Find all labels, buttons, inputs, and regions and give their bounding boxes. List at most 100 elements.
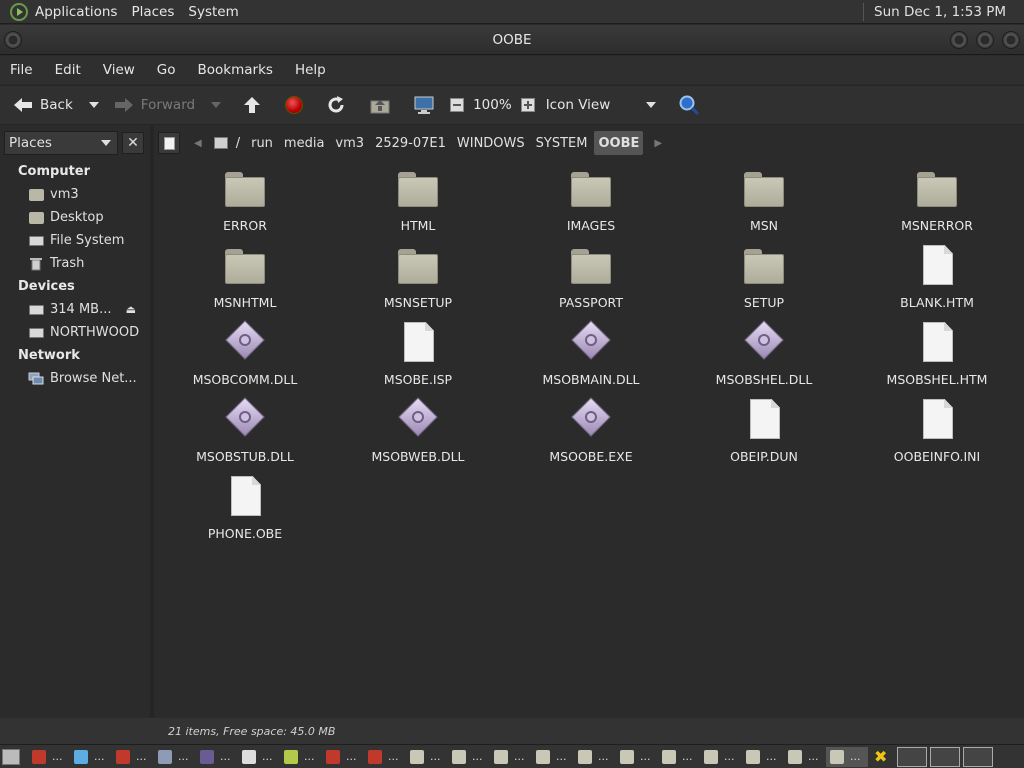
window-menu-icon[interactable] <box>4 31 22 49</box>
close-app-icon[interactable]: ✖ <box>874 747 894 766</box>
menu-go[interactable]: Go <box>150 62 183 78</box>
menu-view[interactable]: View <box>96 62 142 78</box>
up-button[interactable] <box>237 89 267 121</box>
taskbar-button[interactable]: ... <box>700 747 742 767</box>
taskbar-button[interactable]: ... <box>112 747 154 767</box>
taskbar-button[interactable]: ... <box>532 747 574 767</box>
taskbar-button[interactable]: ... <box>658 747 700 767</box>
file-item[interactable]: MSNHTML <box>170 245 320 321</box>
crumb-vm3[interactable]: vm3 <box>331 131 368 155</box>
file-item[interactable]: ERROR <box>170 168 320 244</box>
file-item[interactable]: MSOBCOMM.DLL <box>170 320 320 398</box>
taskbar-button[interactable]: ... <box>784 747 826 767</box>
crumb-run[interactable]: run <box>247 131 277 155</box>
file-item[interactable]: MSOOBE.EXE <box>516 397 666 475</box>
location-toggle-button[interactable] <box>158 132 180 154</box>
file-item[interactable]: MSOBE.ISP <box>343 322 493 398</box>
sidebar-item-northwood[interactable]: NORTHWOOD <box>0 321 150 344</box>
forward-history-dropdown[interactable] <box>211 102 222 108</box>
file-item[interactable]: PASSPORT <box>516 245 666 321</box>
file-item[interactable]: MSOBSHEL.HTM <box>862 322 1012 398</box>
file-item[interactable]: MSOBMAIN.DLL <box>516 320 666 398</box>
system-menu[interactable]: System <box>181 4 245 20</box>
crumb-media[interactable]: media <box>280 131 329 155</box>
taskbar-button[interactable]: ... <box>574 747 616 767</box>
menu-file[interactable]: File <box>3 62 40 78</box>
sidebar-item-file-system[interactable]: File System <box>0 229 150 252</box>
file-item[interactable]: MSNERROR <box>862 168 1012 244</box>
stop-icon <box>285 96 304 114</box>
distro-logo-icon[interactable] <box>10 2 28 21</box>
taskbar-button[interactable]: ... <box>28 747 70 767</box>
reload-button[interactable] <box>321 89 351 121</box>
file-item[interactable]: MSOBSHEL.DLL <box>689 320 839 398</box>
computer-button[interactable] <box>409 89 439 121</box>
file-item[interactable]: IMAGES <box>516 168 666 244</box>
workspace-switcher-3-icon[interactable] <box>963 746 993 767</box>
window-titlebar[interactable]: OOBE <box>0 25 1024 55</box>
folder-icon <box>578 749 592 764</box>
taskbar-button[interactable]: ... <box>742 747 784 767</box>
forward-button[interactable]: Forward <box>109 89 199 121</box>
path-scroll-left-icon[interactable]: ◀ <box>194 138 202 149</box>
crumb-root[interactable]: / <box>210 131 244 155</box>
file-item[interactable]: MSNSETUP <box>343 245 493 321</box>
crumb-oobe[interactable]: OOBE <box>594 131 644 155</box>
places-combo[interactable]: Places <box>4 131 118 155</box>
taskbar-button[interactable]: ... <box>364 747 406 767</box>
file-item[interactable]: PHONE.OBE <box>170 476 320 552</box>
menu-bookmarks[interactable]: Bookmarks <box>191 62 280 78</box>
taskbar-button[interactable]: ... <box>322 747 364 767</box>
path-scroll-right-icon[interactable]: ▶ <box>654 138 662 149</box>
sidebar-item-browse-network[interactable]: Browse Net... <box>0 367 150 390</box>
file-item[interactable]: SETUP <box>689 245 839 321</box>
minimize-button[interactable] <box>950 31 968 49</box>
file-item[interactable]: MSN <box>689 168 839 244</box>
taskbar-button[interactable]: ... <box>196 747 238 767</box>
crumb-2529-07e1[interactable]: 2529-07E1 <box>371 131 450 155</box>
taskbar-button[interactable]: ... <box>490 747 532 767</box>
maximize-button[interactable] <box>976 31 994 49</box>
close-button[interactable] <box>1002 31 1020 49</box>
close-sidebar-button[interactable]: ✕ <box>122 132 144 154</box>
file-item[interactable]: MSOBSTUB.DLL <box>170 397 320 475</box>
zoom-in-button[interactable] <box>516 89 540 121</box>
file-icon-view[interactable]: ERROR HTML IMAGES MSN MSNERROR MSNHTML MSNSETU… <box>154 160 1024 718</box>
sidebar-item-trash[interactable]: Trash <box>0 252 150 275</box>
taskbar-button[interactable]: ... <box>154 747 196 767</box>
workspace-switcher-1-icon[interactable] <box>897 746 927 767</box>
file-item[interactable]: BLANK.HTM <box>862 245 1012 321</box>
file-item[interactable]: MSOBWEB.DLL <box>343 397 493 475</box>
taskbar-button[interactable]: ... <box>448 747 490 767</box>
home-button[interactable] <box>365 89 395 121</box>
taskbar-button[interactable]: ... <box>616 747 658 767</box>
sidebar-item-desktop[interactable]: Desktop <box>0 206 150 229</box>
taskbar-button[interactable]: ... <box>826 746 868 767</box>
search-button[interactable] <box>674 89 704 121</box>
back-button[interactable]: Back <box>8 89 77 121</box>
taskbar-button[interactable]: ... <box>406 747 448 767</box>
clock[interactable]: Sun Dec 1, 1:53 PM <box>874 4 1024 20</box>
sidebar-item-vm3[interactable]: vm3 <box>0 183 150 206</box>
file-item[interactable]: OOBEINFO.INI <box>862 399 1012 475</box>
places-menu[interactable]: Places <box>124 4 181 20</box>
back-history-dropdown[interactable] <box>88 102 99 108</box>
zoom-out-button[interactable] <box>445 89 469 121</box>
crumb-windows[interactable]: WINDOWS <box>453 131 529 155</box>
taskbar-button[interactable]: ... <box>238 747 280 767</box>
crumb-system[interactable]: SYSTEM <box>532 131 592 155</box>
menu-help[interactable]: Help <box>288 62 333 78</box>
taskbar-button[interactable]: ... <box>280 747 322 767</box>
view-mode-combo[interactable]: Icon View <box>542 89 675 121</box>
zoom-level[interactable]: 100% <box>469 89 516 121</box>
applications-menu[interactable]: Applications <box>28 4 124 20</box>
taskbar-button[interactable]: ... <box>70 747 112 767</box>
stop-button[interactable] <box>281 89 307 121</box>
workspace-switcher-2-icon[interactable] <box>930 746 960 767</box>
show-desktop-icon[interactable] <box>2 748 20 765</box>
file-item[interactable]: OBEIP.DUN <box>689 399 839 475</box>
eject-icon[interactable]: ⏏ <box>126 303 136 316</box>
file-item[interactable]: HTML <box>343 168 493 244</box>
sidebar-item-314mb[interactable]: 314 MB... ⏏ <box>0 298 150 321</box>
menu-edit[interactable]: Edit <box>48 62 88 78</box>
